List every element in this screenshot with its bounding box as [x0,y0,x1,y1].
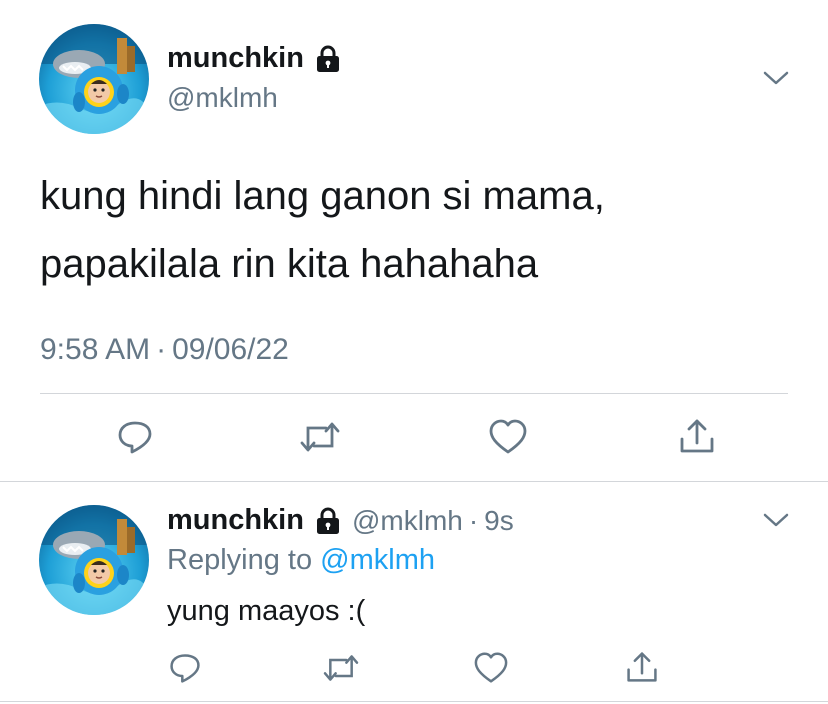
share-icon [627,652,657,682]
tweet-time: 9:58 AM [40,333,151,366]
lock-icon [313,44,343,74]
retweet-icon [323,655,359,681]
chevron-down-icon[interactable] [763,70,789,86]
reply-button[interactable] [165,648,205,688]
reply-icon [170,654,200,683]
like-icon [489,419,527,454]
author-avatar[interactable] [39,24,149,134]
tweet-text: kung hindi lang ganon si mama, papakilal… [40,162,605,298]
reply-author-handle[interactable]: @mklmh [352,505,463,536]
reply-author-name[interactable]: munchkin [167,504,304,537]
author-name[interactable]: munchkin [167,42,343,75]
reply-text: yung maayos :( [167,595,366,627]
share-icon [680,419,714,453]
reply-button[interactable] [114,416,156,458]
chevron-down-icon[interactable] [763,512,789,528]
tweet-date: 09/06/22 [172,333,289,366]
author-name-text: munchkin [167,42,304,74]
meta-separator: · [468,504,479,536]
replying-to-link[interactable]: @mklmh [320,544,435,576]
replying-to-prefix: Replying to [167,544,313,576]
tweet-timestamp[interactable]: 9:58 AM · 09/06/22 [40,333,289,367]
reply-author-avatar[interactable] [39,505,149,615]
like-icon [474,652,508,683]
retweet-icon [300,422,340,452]
tweet-text-line: kung hindi lang ganon si mama, [40,174,605,218]
divider [40,393,788,394]
divider [0,701,828,702]
retweet-button[interactable] [320,648,362,688]
share-button[interactable] [675,414,719,458]
replying-to: Replying to @mklmh [167,544,435,577]
like-button[interactable] [471,648,511,688]
retweet-button[interactable] [298,416,342,458]
meta-separator: · [156,333,167,366]
reply-icon [118,421,152,454]
like-button[interactable] [487,416,529,458]
reply-author-row: munchkin @mklmh · 9s [167,504,514,537]
reply-age[interactable]: 9s [484,505,514,536]
author-handle[interactable]: @mklmh [167,82,278,114]
tweet-text-line: papakilala rin kita hahahaha [40,242,539,286]
share-button[interactable] [622,646,662,688]
divider [0,481,828,482]
lock-icon [313,506,343,536]
